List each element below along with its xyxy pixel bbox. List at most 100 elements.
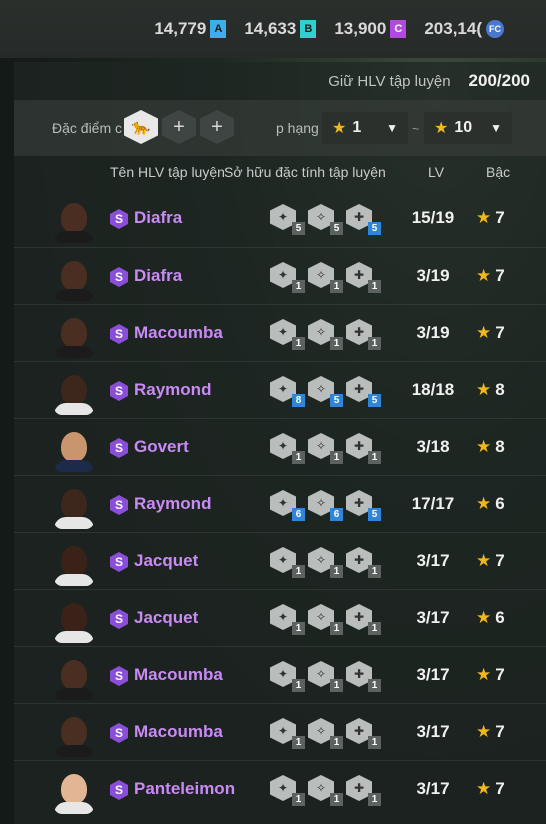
trait-group: ✦ 1 ✧ 1 ✚ 1 (270, 718, 381, 749)
s-grade-badge: S (110, 209, 128, 229)
rank-max-dropdown[interactable]: ★ 10 ▼ (424, 112, 512, 144)
trainer-level: 15/19 (411, 208, 455, 227)
training-trait: ✧ 1 (308, 262, 343, 293)
training-trait: ✦ 1 (270, 433, 305, 464)
filter-bar: Đặc điểm c 🐆 + + p hạng ★ 1 ▼ ~ ★ 10 ▼ (14, 100, 546, 156)
avatar (54, 595, 94, 643)
training-trait: ✚ 1 (346, 604, 381, 635)
training-trait: ✧ 1 (308, 433, 343, 464)
training-trait: ✚ 1 (346, 661, 381, 692)
trainer-row[interactable]: S Jacquet ✦ 1 ✧ 1 ✚ 1 3/17 ★ 7 (14, 532, 546, 589)
trait-level: 1 (368, 679, 381, 692)
trainer-row[interactable]: S Diafra ✦ 1 ✧ 1 ✚ 1 3/19 ★ 7 (14, 247, 546, 304)
trainer-name: Diafra (134, 266, 183, 285)
trait-level: 5 (292, 222, 305, 235)
trainer-row[interactable]: S Raymond ✦ 8 ✧ 5 ✚ 5 18/18 ★ 8 (14, 361, 546, 418)
trait-level: 1 (330, 736, 343, 749)
training-trait: ✧ 1 (308, 547, 343, 578)
trait-level: 1 (292, 337, 305, 350)
avatar (54, 538, 94, 586)
training-trait: ✚ 1 (346, 775, 381, 806)
trainer-rank: ★ 7 (476, 779, 505, 799)
rank-value: 8 (495, 437, 505, 456)
header-rank[interactable]: Bậc (486, 164, 510, 180)
trait-level: 1 (330, 337, 343, 350)
trainer-level: 18/18 (411, 380, 455, 399)
trait-filter-add-button-2[interactable]: + (200, 110, 234, 144)
training-trait: ✦ 8 (270, 376, 305, 407)
trainer-row[interactable]: S Jacquet ✦ 1 ✧ 1 ✚ 1 3/17 ★ 6 (14, 589, 546, 646)
training-trait: ✧ 1 (308, 718, 343, 749)
avatar (54, 481, 94, 529)
rank-max-value: 10 (454, 119, 473, 136)
trait-level: 5 (368, 508, 381, 521)
trainer-row[interactable]: S Panteleimon ✦ 1 ✧ 1 ✚ 1 3/17 ★ 7 (14, 760, 546, 817)
star-icon: ★ (476, 551, 492, 570)
trait-level: 5 (330, 222, 343, 235)
header-level[interactable]: LV (428, 164, 444, 180)
trainer-rank: ★ 6 (476, 494, 505, 514)
trainer-level: 3/17 (416, 608, 450, 627)
training-trait: ✚ 1 (346, 547, 381, 578)
rank-min-dropdown[interactable]: ★ 1 ▼ (322, 112, 408, 144)
training-trait: ✧ 6 (308, 490, 343, 521)
s-grade-badge: S (110, 609, 128, 629)
s-grade-badge: S (110, 723, 128, 743)
rank-value: 7 (495, 722, 505, 741)
star-icon: ★ (476, 494, 492, 513)
trainer-row[interactable]: S Govert ✦ 1 ✧ 1 ✚ 1 3/18 ★ 8 (14, 418, 546, 475)
trait-level: 1 (368, 793, 381, 806)
star-icon: ★ (476, 779, 492, 798)
avatar (54, 195, 94, 243)
trait-level: 1 (292, 451, 305, 464)
trait-level: 1 (368, 565, 381, 578)
trait-level: 1 (330, 793, 343, 806)
trainer-row[interactable]: S Macoumba ✦ 1 ✧ 1 ✚ 1 3/17 ★ 7 (14, 703, 546, 760)
rank-filter-label: p hạng (276, 120, 319, 136)
training-trait: ✚ 1 (346, 319, 381, 350)
trainer-row[interactable]: S Diafra ✦ 5 ✧ 5 ✚ 5 15/19 ★ 7 (14, 190, 546, 247)
header-traits[interactable]: Sở hữu đặc tính tập luyện (224, 164, 386, 180)
trait-level: 1 (292, 280, 305, 293)
star-icon: ★ (476, 266, 492, 285)
avatar (54, 253, 94, 301)
trait-group: ✦ 6 ✧ 6 ✚ 5 (270, 490, 381, 521)
trait-level: 5 (330, 394, 343, 407)
trainer-level: 3/17 (416, 665, 450, 684)
s-grade-badge: S (110, 267, 128, 287)
trainer-row[interactable]: S Macoumba ✦ 1 ✧ 1 ✚ 1 3/17 ★ 7 (14, 646, 546, 703)
trait-level: 5 (368, 394, 381, 407)
avatar (54, 709, 94, 757)
s-grade-badge: S (110, 552, 128, 572)
trainer-row[interactable]: S Raymond ✦ 6 ✧ 6 ✚ 5 17/17 ★ 6 (14, 475, 546, 532)
training-trait: ✦ 1 (270, 262, 305, 293)
currency-c: 13,900 C (334, 19, 407, 39)
trainer-level: 3/19 (416, 266, 450, 285)
trainer-level: 3/17 (416, 779, 450, 798)
training-trait: ✧ 5 (308, 204, 343, 235)
trainer-name: Jacquet (134, 551, 199, 570)
trait-level: 8 (292, 394, 305, 407)
trait-level: 1 (368, 337, 381, 350)
training-trait: ✚ 1 (346, 718, 381, 749)
rank-value: 7 (495, 266, 505, 285)
rank-min-value: 1 (352, 119, 362, 136)
s-grade-badge: S (110, 666, 128, 686)
trainer-row[interactable]: S Macoumba ✦ 1 ✧ 1 ✚ 1 3/19 ★ 7 (14, 304, 546, 361)
header-name[interactable]: Tên HLV tập luyện (110, 164, 225, 180)
star-icon: ★ (434, 120, 449, 137)
currency-a-value: 14,779 (154, 19, 207, 38)
trainer-level: 3/17 (416, 551, 450, 570)
trait-level: 1 (330, 565, 343, 578)
training-trait: ✧ 5 (308, 376, 343, 407)
trait-filter-selected[interactable]: 🐆 (124, 110, 158, 144)
s-grade-badge: S (110, 495, 128, 515)
trainer-name: Jacquet (134, 608, 199, 627)
rank-value: 6 (495, 608, 505, 627)
trait-filter-add-button[interactable]: + (162, 110, 196, 144)
plus-icon: + (211, 115, 223, 138)
trait-level: 6 (330, 508, 343, 521)
s-grade-badge: S (110, 324, 128, 344)
training-trait: ✚ 1 (346, 433, 381, 464)
training-trait: ✧ 1 (308, 775, 343, 806)
